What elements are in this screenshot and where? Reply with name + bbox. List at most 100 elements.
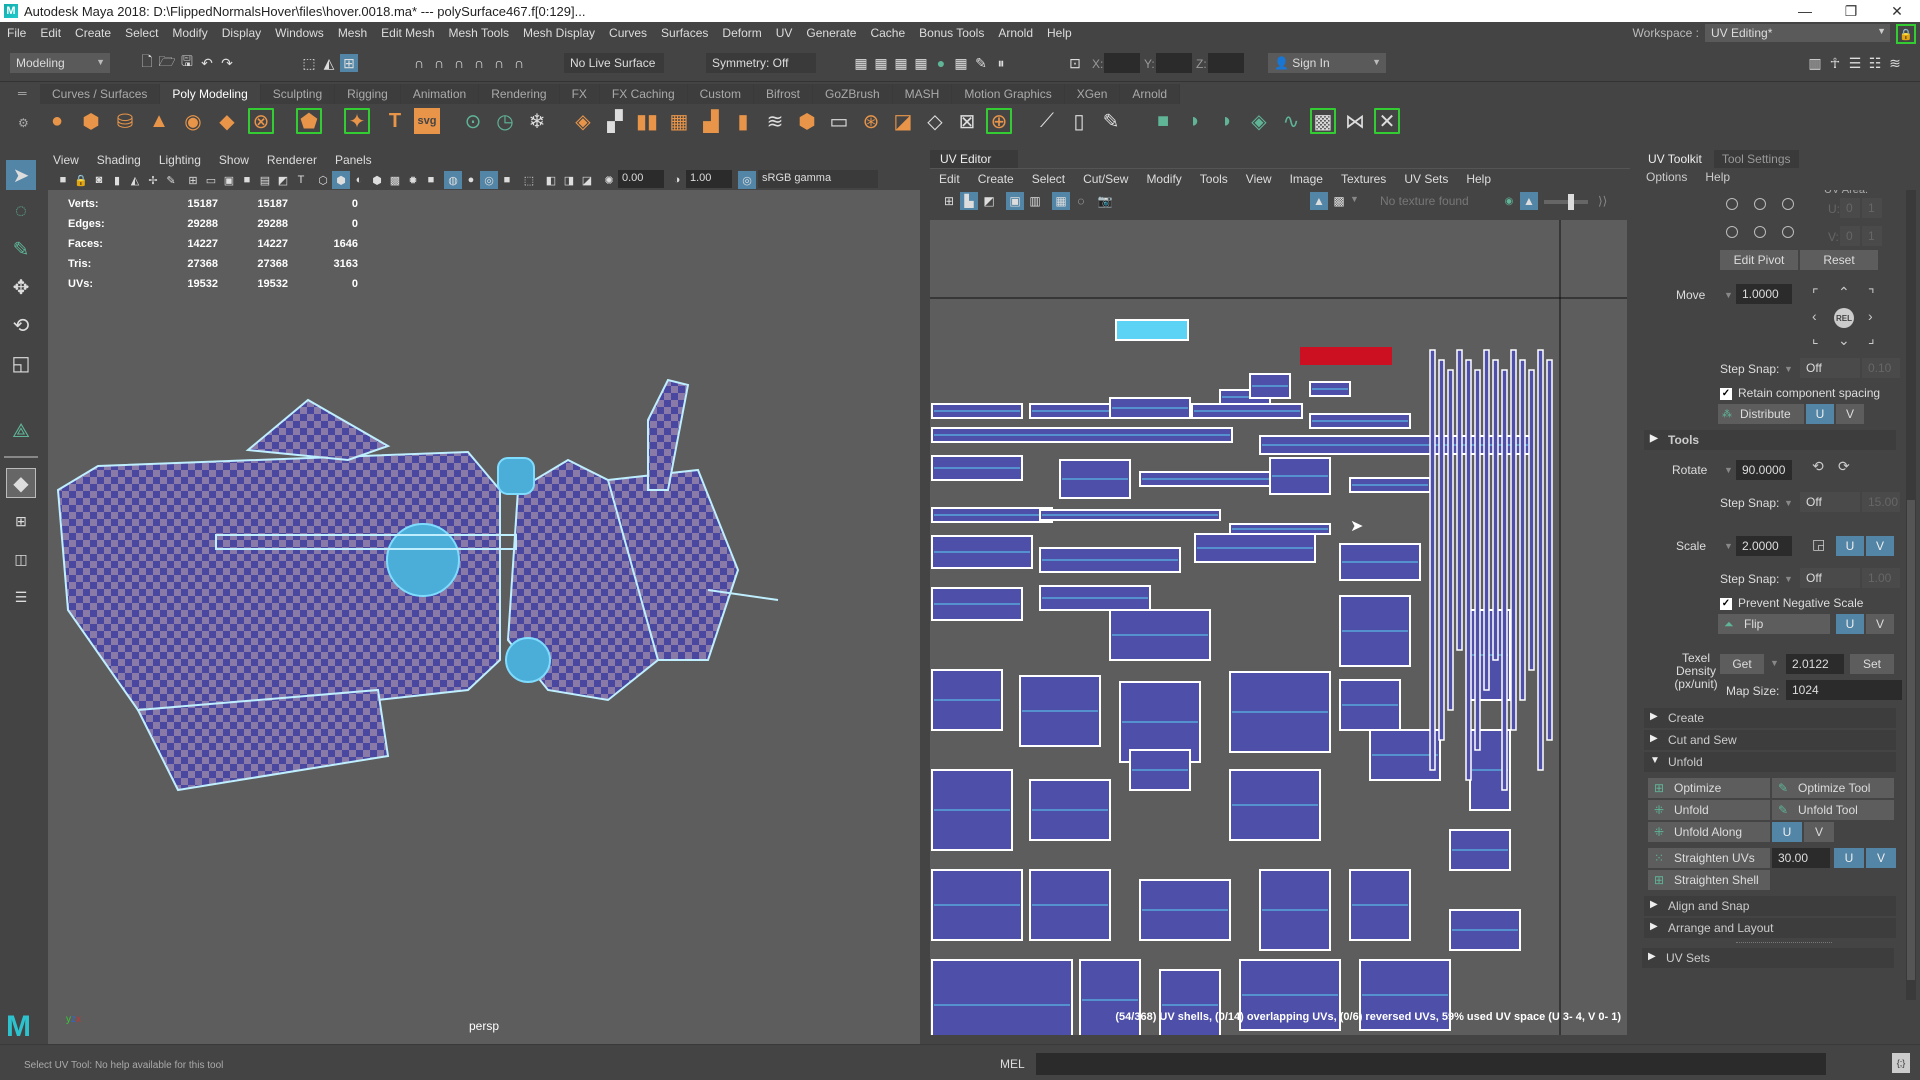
scale-step-dropdown-icon[interactable]: ▼ xyxy=(1784,574,1793,584)
sweep-mesh-icon[interactable]: ⊙ xyxy=(460,108,486,134)
uv-editor-icon[interactable]: ▩ xyxy=(1310,108,1336,134)
display-image-icon[interactable]: ▲ xyxy=(1310,192,1328,210)
u-min-field[interactable]: 0 xyxy=(1840,198,1860,218)
light-editor-icon[interactable]: ✎ xyxy=(972,54,990,72)
render-setup-icon[interactable]: ▦ xyxy=(952,54,970,72)
distribute-u-button[interactable]: U xyxy=(1806,404,1834,424)
pivot-top-right[interactable] xyxy=(1782,198,1794,210)
rgb-channels-icon[interactable]: ◉ xyxy=(1500,192,1518,210)
shelf-tab-poly-modeling[interactable]: Poly Modeling xyxy=(160,84,261,104)
move-down-icon[interactable]: ⌄ xyxy=(1838,332,1850,349)
extract-icon[interactable]: ▦ xyxy=(666,108,692,134)
uv-menu-tools[interactable]: Tools xyxy=(1191,172,1237,186)
rotate-tool-icon[interactable]: ⟲ xyxy=(6,310,36,340)
uv-layout[interactable] xyxy=(930,220,1627,1035)
reset-pivot-button[interactable]: Reset xyxy=(1800,250,1878,270)
shelf-tab-rigging[interactable]: Rigging xyxy=(335,84,401,104)
straighten-shell-button[interactable]: ⊞ Straighten Shell xyxy=(1648,870,1770,890)
exposure-icon[interactable]: ✺ xyxy=(600,171,618,189)
straighten-u-button[interactable]: U xyxy=(1834,848,1864,868)
xray-joints-icon[interactable]: ◪ xyxy=(578,171,596,189)
uv-distortion-icon[interactable]: ◩ xyxy=(980,192,998,210)
slider-handle[interactable] xyxy=(1568,194,1574,210)
open-scene-icon[interactable]: 🗁 xyxy=(158,53,176,72)
pause-viewport-icon[interactable]: ⏸ xyxy=(992,54,1010,72)
flip-button[interactable]: ⏶ Flip xyxy=(1718,614,1830,634)
menu-display[interactable]: Display xyxy=(215,26,268,40)
poly-count-icon[interactable]: ◷ xyxy=(492,108,518,134)
menu-mesh[interactable]: Mesh xyxy=(331,26,374,40)
snap-live-icon[interactable]: ∩ xyxy=(490,54,508,72)
uv-menu-view[interactable]: View xyxy=(1237,172,1281,186)
snap-point-icon[interactable]: ∩ xyxy=(450,54,468,72)
resolution-gate-icon[interactable]: ▣ xyxy=(220,171,238,189)
menu-modify[interactable]: Modify xyxy=(165,26,214,40)
section-cut-and-sew[interactable]: Cut and Sew xyxy=(1644,730,1896,750)
bookmark-icon[interactable]: ▮ xyxy=(108,171,126,189)
scale-amount-field[interactable]: 2.0000 xyxy=(1736,536,1792,556)
shelf-tab-gozbrush[interactable]: GoZBrush xyxy=(812,84,893,104)
shelf-menu-icon[interactable]: ═ xyxy=(18,86,27,100)
separate-icon[interactable]: ▮▮ xyxy=(634,108,660,134)
menu-help[interactable]: Help xyxy=(1040,26,1079,40)
mash-icon[interactable]: ❄ xyxy=(524,108,550,134)
unfold-icon[interactable]: ⋈ xyxy=(1342,108,1368,134)
image-plane-icon[interactable]: ◭ xyxy=(126,171,144,189)
get-texel-button[interactable]: Get xyxy=(1720,654,1764,674)
target-weld-icon[interactable]: ⊕ xyxy=(986,108,1012,134)
move-left-icon[interactable]: ‹ xyxy=(1812,308,1817,324)
close-button[interactable]: ✕ xyxy=(1874,0,1920,22)
script-editor-icon[interactable]: {;} xyxy=(1892,1053,1910,1073)
select-component-icon[interactable]: ⊞ xyxy=(340,54,358,72)
shelf-tab-curves-surfaces[interactable]: Curves / Surfaces xyxy=(40,84,161,104)
channel-box-icon[interactable]: ≋ xyxy=(1886,54,1904,72)
wireframe-on-shaded-icon[interactable]: ⬢ xyxy=(368,171,386,189)
move-down-left-icon[interactable]: ⌞ xyxy=(1812,330,1819,347)
shelf-tab-bifrost[interactable]: Bifrost xyxy=(753,84,813,104)
safe-action-icon[interactable]: ◩ xyxy=(274,171,292,189)
redo-icon[interactable]: ↷ xyxy=(218,54,236,72)
bridge-icon[interactable]: ⊛ xyxy=(858,108,884,134)
append-icon[interactable]: ◪ xyxy=(890,108,916,134)
anti-aliasing-icon[interactable]: ◎ xyxy=(480,171,498,189)
unfold-along-v-button[interactable]: V xyxy=(1804,822,1834,842)
screen-space-ao-icon[interactable]: ◍ xyxy=(444,171,462,189)
brightness-slider[interactable] xyxy=(1544,194,1588,210)
safe-title-icon[interactable]: T xyxy=(292,171,310,189)
cylindrical-map-icon[interactable]: ◗ xyxy=(1214,108,1240,134)
four-view-layout-icon[interactable]: ⊞ xyxy=(6,506,36,536)
viewport-menu-lighting[interactable]: Lighting xyxy=(150,153,210,167)
z-field[interactable] xyxy=(1208,53,1244,73)
scale-u-button[interactable]: U xyxy=(1836,536,1864,556)
pivot-top-center[interactable] xyxy=(1754,198,1766,210)
minimize-button[interactable]: — xyxy=(1782,0,1828,22)
move-up-right-icon[interactable]: ⌝ xyxy=(1868,286,1875,303)
unfold-along-u-button[interactable]: U xyxy=(1772,822,1802,842)
smooth-shade-icon[interactable]: ⬢ xyxy=(332,171,350,189)
scale-step-snap-dropdown[interactable]: Off xyxy=(1800,568,1860,588)
isolate-select-icon[interactable]: ⬚ xyxy=(520,171,538,189)
booleans-icon[interactable]: ▟ xyxy=(698,108,724,134)
edit-pivot-button[interactable]: Edit Pivot xyxy=(1720,250,1798,270)
straighten-angle-field[interactable]: 30.00 xyxy=(1772,848,1830,868)
svg-icon[interactable]: svg xyxy=(414,108,440,134)
rotate-step-value[interactable]: 15.00 xyxy=(1862,492,1900,512)
viewport-menu-shading[interactable]: Shading xyxy=(88,153,150,167)
new-scene-icon[interactable]: 🗋 xyxy=(138,53,156,72)
poly-torus-icon[interactable]: ◉ xyxy=(180,108,206,134)
platonic-solid-icon[interactable]: ⬟ xyxy=(296,108,322,134)
paint-select-tool-icon[interactable]: ✎ xyxy=(6,234,36,264)
move-up-left-icon[interactable]: ⌜ xyxy=(1812,286,1819,303)
menu-select[interactable]: Select xyxy=(118,26,165,40)
move-step-dropdown-icon[interactable]: ▼ xyxy=(1784,364,1793,374)
move-dropdown-icon[interactable]: ▼ xyxy=(1724,290,1733,300)
lasso-tool-icon[interactable]: ◌ xyxy=(6,196,36,226)
shelf-tab-custom[interactable]: Custom xyxy=(687,84,754,104)
uv-menu-cut-sew[interactable]: Cut/Sew xyxy=(1074,172,1137,186)
xray-active-icon[interactable]: ◨ xyxy=(560,171,578,189)
tab-uv-toolkit[interactable]: UV Toolkit xyxy=(1640,150,1710,168)
viewport-menu-renderer[interactable]: Renderer xyxy=(258,153,326,167)
mirror-icon[interactable]: ▮ xyxy=(730,108,756,134)
mel-command-input[interactable] xyxy=(1036,1053,1826,1075)
planar-map-icon[interactable]: ◗ xyxy=(1182,108,1208,134)
